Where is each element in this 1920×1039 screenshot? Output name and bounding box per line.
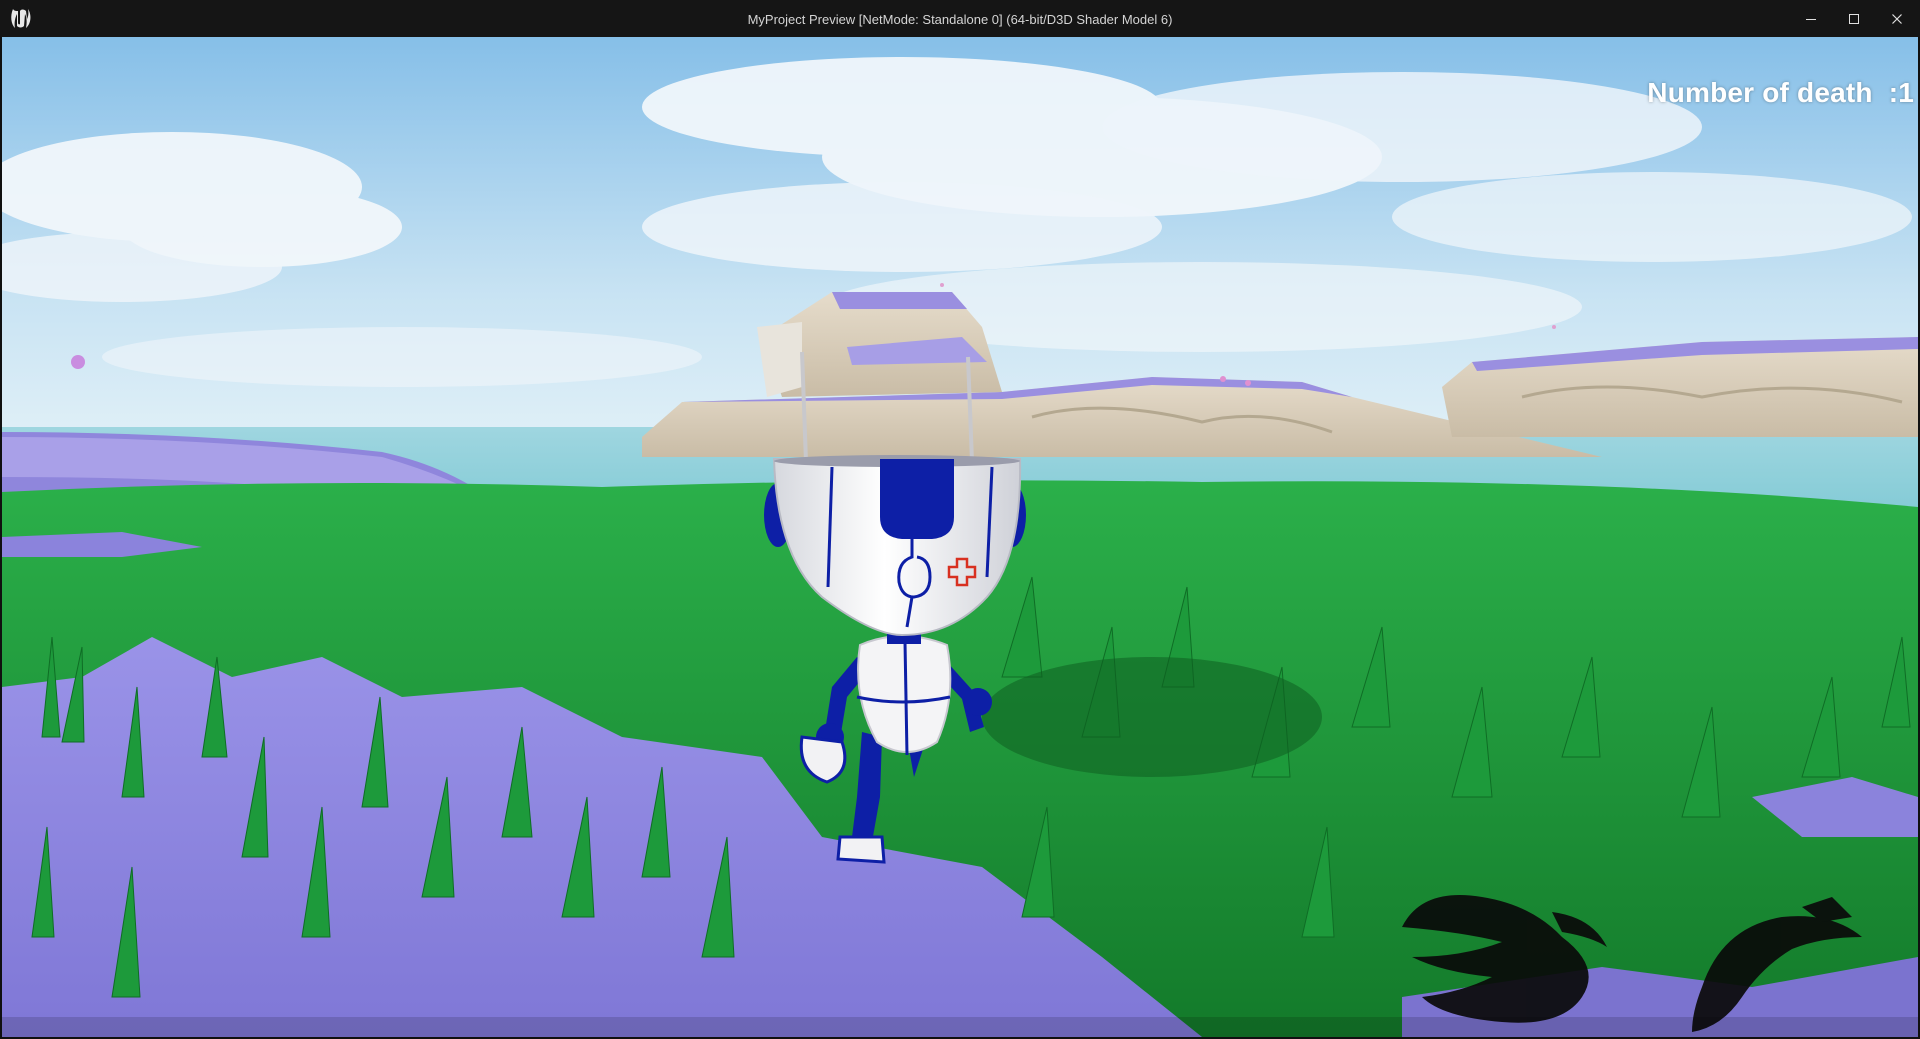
window-title: MyProject Preview [NetMode: Standalone 0… bbox=[747, 12, 1173, 27]
close-button[interactable] bbox=[1876, 0, 1918, 37]
close-icon bbox=[1892, 13, 1902, 24]
maximize-icon bbox=[1849, 13, 1859, 24]
minimize-icon bbox=[1806, 18, 1816, 20]
game-scene bbox=[2, 37, 1918, 1037]
minimize-button[interactable] bbox=[1790, 0, 1832, 37]
game-viewport[interactable]: Number of death :1 bbox=[2, 37, 1918, 1037]
maximize-button[interactable] bbox=[1833, 0, 1875, 37]
death-counter: Number of death :1 bbox=[1647, 77, 1914, 108]
title-bar[interactable]: MyProject Preview [NetMode: Standalone 0… bbox=[0, 0, 1920, 37]
unreal-engine-logo-icon bbox=[11, 9, 31, 28]
game-window: MyProject Preview [NetMode: Standalone 0… bbox=[0, 0, 1920, 1039]
